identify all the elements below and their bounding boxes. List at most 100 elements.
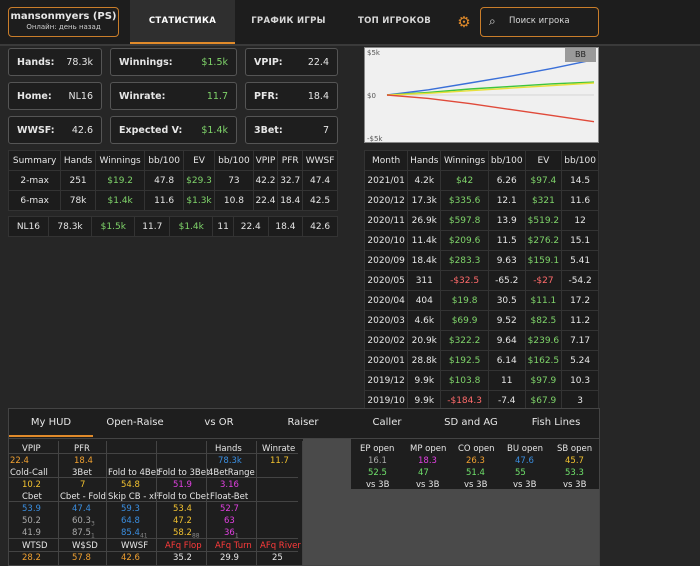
- cell: $1.4k: [169, 216, 214, 237]
- cell: 12.1: [487, 190, 526, 211]
- cell: 9.9k: [407, 370, 442, 391]
- cell: $239.6: [524, 330, 563, 351]
- hud-hands-value: 78.3k: [218, 456, 242, 466]
- col-winnings: Winnings: [94, 150, 146, 171]
- hud-coldcall: 10.2: [22, 479, 41, 491]
- tab-sd-ag[interactable]: SD and AG: [429, 409, 513, 437]
- table-row[interactable]: 2019/12 9.9k $103.8 11 $97.9 10.3: [363, 370, 599, 391]
- stat-value: 7: [322, 125, 329, 136]
- table-row[interactable]: 2020/04 404 $19.8 30.5 $11.1 17.2: [363, 290, 599, 311]
- pos-vs3b-label-4: vs 3B: [563, 479, 586, 491]
- table-row[interactable]: 2020/12 17.3k $335.6 12.1 $321 11.6: [363, 190, 599, 211]
- tab-caller[interactable]: Caller: [345, 409, 429, 437]
- table-row[interactable]: 6-max 78k $1.4k 11.6 $1.3k 10.8 22.4 18.…: [7, 190, 338, 211]
- table-row[interactable]: 2020/01 28.8k $192.5 6.14 $162.5 5.24: [363, 350, 599, 371]
- tab-vs-or[interactable]: vs OR: [177, 409, 261, 437]
- table-row[interactable]: 2020/02 20.9k $322.2 9.64 $239.6 7.17: [363, 330, 599, 351]
- tab-statistics[interactable]: СТАТИСТИКА: [130, 0, 235, 44]
- table-row[interactable]: 2021/01 4.2k $42 6.26 $97.4 14.5: [363, 170, 599, 191]
- cell: 78k: [60, 190, 96, 211]
- stat-label: VPIP:: [254, 57, 283, 68]
- hud-wsd: 57.8: [72, 552, 91, 564]
- stat-label: Hands:: [17, 57, 55, 68]
- table-row[interactable]: 2020/03 4.6k $69.9 9.52 $82.5 11.2: [363, 310, 599, 331]
- col-hands: Hands: [407, 150, 442, 171]
- stat-value: 18.4: [307, 91, 329, 102]
- series-line-3: [386, 94, 595, 123]
- cell: $97.9: [524, 370, 563, 391]
- cell: $1.5k: [91, 216, 136, 237]
- hud-floatbet-river-value: 36: [224, 528, 235, 538]
- cell: 18.4: [277, 190, 304, 211]
- search-input[interactable]: ⌕ Поиск игрока: [480, 7, 599, 37]
- chart-svg: $5k $0 -$5k: [367, 49, 595, 143]
- cell: 2020/03: [363, 310, 409, 331]
- stat-label: WWSF:: [17, 125, 55, 136]
- tab-my-hud[interactable]: My HUD: [9, 409, 93, 437]
- profile-card[interactable]: mansonmyers (PS) Онлайн: день назад: [8, 7, 119, 37]
- hud-fold3bet-value: 51.9: [173, 480, 192, 490]
- summary-header: Summary Hands Winnings bb/100 EV bb/100 …: [7, 150, 338, 171]
- stat-winrate: Winrate: 11.7: [110, 82, 237, 110]
- pos-header-1-value: MP open: [410, 444, 447, 454]
- y-tick-label: $5k: [367, 49, 381, 57]
- hud-label-afqturn-value: AFq Turn: [215, 541, 252, 551]
- tab-fish-lines[interactable]: Fish Lines: [513, 409, 599, 437]
- winnings-chart[interactable]: $5k $0 -$5k: [364, 47, 599, 143]
- table-row[interactable]: 2020/10 11.4k $209.6 11.5 $276.2 15.1: [363, 230, 599, 251]
- gear-icon[interactable]: ⚙: [455, 13, 473, 31]
- stat-value: $1.5k: [201, 57, 228, 68]
- pos-vs3b-label-2: vs 3B: [464, 479, 487, 491]
- bb-toggle-button[interactable]: BB: [565, 48, 596, 62]
- pos-vs3b-1-value: 47: [418, 468, 429, 478]
- table-row[interactable]: 2-max 251 $19.2 47.8 $29.3 73 42.2 32.7 …: [7, 170, 338, 191]
- cell: $1.3k: [182, 190, 216, 211]
- pos-header-0: EP open: [360, 443, 394, 455]
- cell: $11.1: [524, 290, 563, 311]
- cell: $597.8: [440, 210, 489, 231]
- cell: 17.3k: [407, 190, 442, 211]
- pos-vs3b-label-3: vs 3B: [513, 479, 536, 491]
- hud-fold4bet-value: 54.8: [121, 480, 140, 490]
- hud-skipcb-flop: 59.3: [121, 503, 140, 515]
- col-bb100: bb/100: [144, 150, 184, 171]
- hud-winrate-value: 11.7: [270, 456, 289, 466]
- tab-open-raise[interactable]: Open-Raise: [93, 409, 177, 437]
- cell: 6.26: [487, 170, 526, 191]
- cell: $283.3: [440, 250, 489, 271]
- tab-raiser[interactable]: Raiser: [261, 409, 345, 437]
- search-icon: ⌕: [489, 14, 496, 28]
- divider: [206, 441, 207, 565]
- tab-game-chart[interactable]: ГРАФИК ИГРЫ: [236, 0, 341, 44]
- stat-value: 78.3k: [66, 57, 93, 68]
- cell: 9.63: [487, 250, 526, 271]
- hud-vpip-value: 22.4: [10, 456, 29, 466]
- hud-hands: 78.3k: [218, 455, 242, 467]
- hud-label-wsd-value: W$SD: [72, 541, 98, 551]
- hud-4betrange-value: 3.16: [220, 480, 239, 490]
- hud-cbetfold-flop-value: 47.4: [72, 504, 91, 514]
- table-row[interactable]: 2020/05 311 -$32.5 -65.2 -$27 -54.2: [363, 270, 599, 291]
- pos-vs3b-3-value: 55: [515, 468, 526, 478]
- cell: 11.6: [561, 190, 599, 211]
- pos-vs3b-4-value: 53.3: [565, 468, 584, 478]
- hud-wwsf: 42.6: [121, 552, 140, 564]
- table-row[interactable]: 2020/11 26.9k $597.8 13.9 $519.2 12: [363, 210, 599, 231]
- col-winnings: Winnings: [440, 150, 489, 171]
- hud-skipcb-turn-value: 64.8: [121, 516, 140, 526]
- cell: 7.17: [561, 330, 599, 351]
- cell: $82.5: [524, 310, 563, 331]
- hud-cbetfold-flop: 47.4: [72, 503, 91, 515]
- table-row[interactable]: NL16 78.3k $1.5k 11.7 $1.4k 11 22.4 18.4…: [8, 216, 338, 237]
- pos-vs3b-label-1: vs 3B: [416, 479, 439, 491]
- table-row[interactable]: 2020/09 18.4k $283.3 9.63 $159.1 5.41: [363, 250, 599, 271]
- tab-top-players[interactable]: ТОП ИГРОКОВ: [342, 0, 447, 44]
- divider: [302, 441, 303, 565]
- cell: 11.2: [561, 310, 599, 331]
- pos-header-4: SB open: [557, 443, 592, 455]
- hud-wtsd-value: 28.2: [22, 553, 41, 563]
- hud-cbet-flop: 53.9: [22, 503, 41, 515]
- hud-skipcb-flop-value: 59.3: [121, 504, 140, 514]
- pos-vs3b-label-2-value: vs 3B: [464, 480, 488, 490]
- cell: $69.9: [440, 310, 489, 331]
